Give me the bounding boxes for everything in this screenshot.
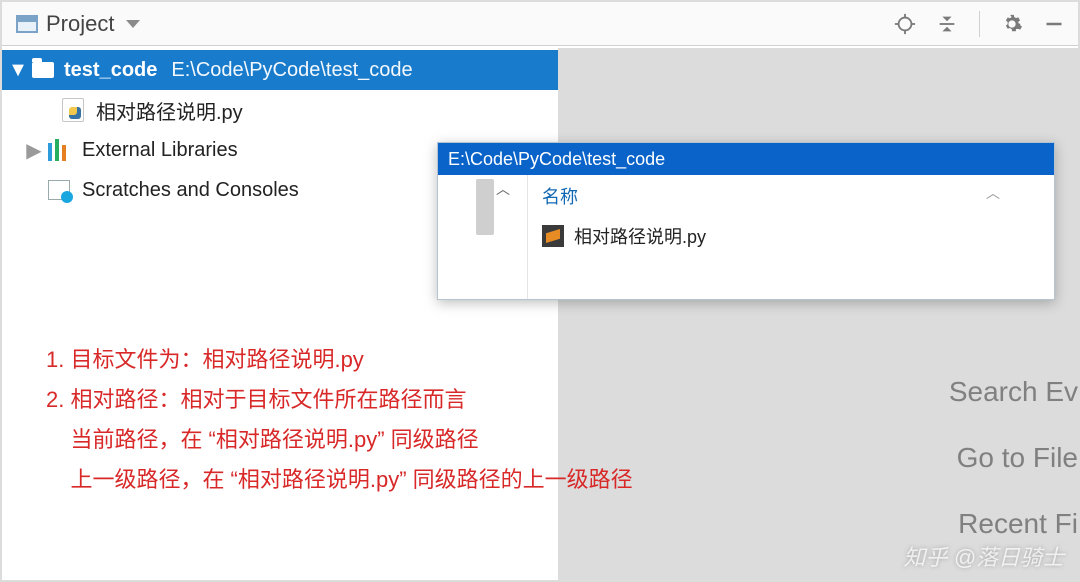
explorer-file-list: 名称 ︿ 相对路径说明.py (528, 175, 1054, 299)
root-folder-path: E:\Code\PyCode\test_code (171, 59, 412, 82)
explorer-path: E:\Code\PyCode\test_code (448, 149, 665, 170)
scratches-label: Scratches and Consoles (82, 179, 299, 202)
external-libraries-label: External Libraries (82, 139, 238, 162)
note-line-1: 1. 目标文件为：相对路径说明.py (46, 340, 633, 380)
watermark: 知乎 @落日骑士 (904, 540, 1064, 572)
note-line-3: 当前路径，在 “相对路径说明.py” 同级路径 (46, 420, 633, 460)
folder-icon (32, 62, 54, 78)
library-icon (48, 139, 70, 161)
scrollbar-thumb[interactable] (476, 179, 494, 235)
explorer-address-bar[interactable]: E:\Code\PyCode\test_code (438, 143, 1054, 175)
locate-target-icon[interactable] (891, 10, 919, 38)
editor-empty-panel: Search Ev Go to File Recent Fi (558, 48, 1078, 580)
explorer-column-header[interactable]: 名称 ︿ (542, 183, 1040, 209)
note-line-4: 上一级路径，在 “相对路径说明.py” 同级路径的上一级路径 (46, 460, 633, 500)
explorer-nav-pane[interactable]: ︿ (438, 175, 528, 299)
collapse-all-icon[interactable] (933, 10, 961, 38)
sublime-file-icon (542, 225, 564, 247)
note-line-2: 2. 相对路径：相对于目标文件所在路径而言 (46, 380, 633, 420)
scroll-up-arrow[interactable]: ︿ (496, 179, 510, 199)
scratches-icon (48, 180, 70, 200)
project-toolbar: Project (2, 2, 1078, 46)
root-folder-name: test_code (64, 59, 157, 82)
project-view-selector[interactable]: Project (16, 11, 140, 37)
project-window-icon (16, 15, 38, 33)
hint-search-everywhere: Search Ev (949, 376, 1078, 408)
col-name-label: 名称 (542, 183, 578, 209)
explorer-file-name: 相对路径说明.py (574, 223, 706, 249)
hint-goto-file: Go to File (957, 442, 1078, 474)
sort-asc-icon: ︿ (986, 183, 1000, 209)
annotation-notes: 1. 目标文件为：相对路径说明.py 2. 相对路径：相对于目标文件所在路径而言… (46, 340, 633, 500)
minimize-icon[interactable] (1040, 10, 1068, 38)
hint-recent-files: Recent Fi (958, 508, 1078, 540)
chevron-down-icon (126, 20, 140, 28)
file-explorer-popup: E:\Code\PyCode\test_code ︿ 名称 ︿ 相对路径说明.p… (437, 142, 1055, 300)
project-label: Project (46, 11, 114, 37)
chevron-right-icon: ▶ (26, 138, 42, 163)
python-file-icon (62, 98, 84, 122)
explorer-file-item[interactable]: 相对路径说明.py (542, 223, 1040, 249)
toolbar-separator (979, 11, 980, 37)
gear-icon[interactable] (998, 10, 1026, 38)
file-name: 相对路径说明.py (96, 96, 243, 125)
chevron-down-icon: ▼ (10, 59, 26, 82)
